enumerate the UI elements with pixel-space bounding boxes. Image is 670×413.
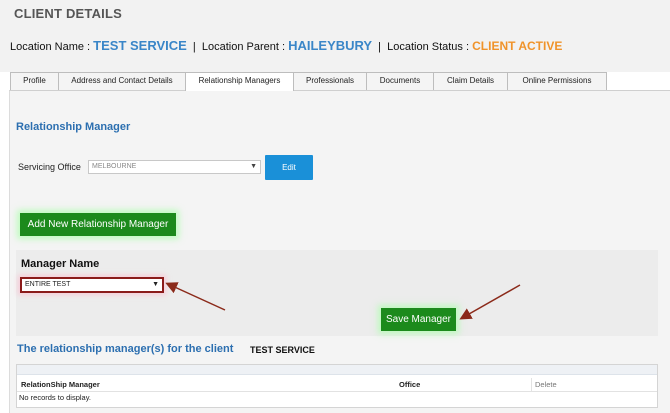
location-status-value: CLIENT ACTIVE: [472, 39, 563, 53]
servicing-office-select[interactable]: MELBOURNE ▼: [88, 160, 261, 174]
empty-message: No records to display.: [19, 393, 91, 402]
manager-name-label: Manager Name: [21, 258, 100, 270]
tab-claim-details[interactable]: Claim Details: [433, 72, 508, 90]
servicing-office-label: Servicing Office: [18, 162, 81, 172]
manager-form: [16, 250, 658, 336]
location-status-label: Location Status :: [387, 41, 470, 53]
tab-online-permissions[interactable]: Online Permissions: [507, 72, 607, 90]
manager-name-select[interactable]: ENTIRE TEST ▼: [20, 277, 164, 293]
list-client-name: TEST SERVICE: [250, 345, 315, 355]
column-header-relationship-manager[interactable]: RelationShip Manager: [21, 378, 100, 392]
relationship-managers-grid: RelationShip Manager Office Delete No re…: [16, 364, 658, 408]
caret-down-icon: ▼: [250, 163, 257, 170]
servicing-office-value: MELBOURNE: [92, 163, 137, 170]
tab-professionals[interactable]: Professionals: [293, 72, 367, 90]
location-parent-label: Location Parent :: [201, 41, 286, 53]
location-name-value: TEST SERVICE: [93, 38, 187, 53]
save-manager-button[interactable]: Save Manager: [381, 308, 456, 331]
page-header: CLIENT DETAILS Location Name : TEST SERV…: [0, 0, 670, 72]
column-header-office[interactable]: Office: [399, 378, 420, 392]
tab-documents[interactable]: Documents: [366, 72, 434, 90]
tab-relationship-managers[interactable]: Relationship Managers: [185, 72, 294, 91]
tab-profile[interactable]: Profile: [10, 72, 59, 90]
grid-header-row: RelationShip Manager Office Delete: [17, 378, 657, 392]
edit-button[interactable]: Edit: [265, 155, 313, 180]
list-heading: The relationship manager(s) for the clie…: [17, 343, 234, 355]
tab-address-contact[interactable]: Address and Contact Details: [58, 72, 186, 90]
tab-bar: Profile Address and Contact Details Rela…: [10, 72, 607, 91]
add-relationship-manager-button[interactable]: Add New Relationship Manager: [20, 213, 176, 236]
separator: |: [192, 41, 196, 53]
location-name-label: Location Name :: [10, 41, 91, 53]
grid-toolbar: [17, 365, 657, 375]
location-info: Location Name : TEST SERVICE | Location …: [10, 38, 562, 53]
manager-name-value: ENTIRE TEST: [25, 281, 71, 288]
separator: |: [378, 41, 382, 53]
column-header-delete: Delete: [531, 378, 557, 392]
location-parent-value: HAILEYBURY: [288, 38, 373, 53]
page-title: CLIENT DETAILS: [14, 6, 122, 21]
caret-down-icon: ▼: [152, 281, 159, 288]
section-heading: Relationship Manager: [16, 121, 131, 133]
